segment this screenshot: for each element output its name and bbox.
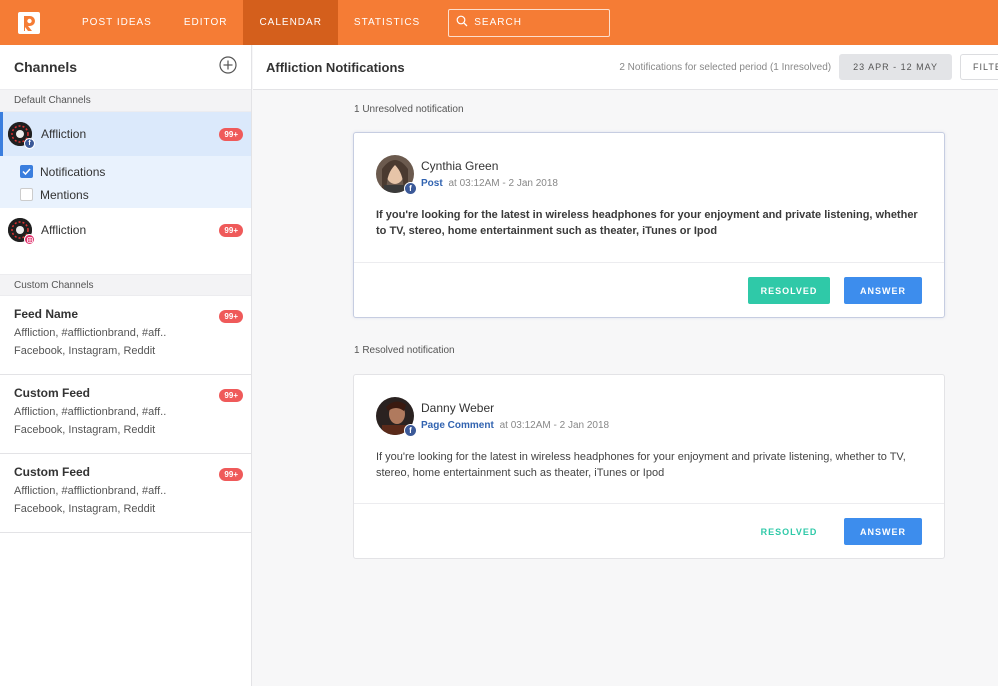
count-badge: 99+ <box>219 389 243 402</box>
sidebar-title: Channels <box>14 59 78 75</box>
date-range-button[interactable]: 23 APR - 12 MAY <box>839 54 952 80</box>
author-name[interactable]: Cynthia Green <box>421 159 558 173</box>
main-header: Affliction Notifications 2 Notifications… <box>253 45 998 90</box>
facebook-icon: f <box>404 182 417 195</box>
app-logo-icon[interactable] <box>0 0 58 45</box>
answer-button[interactable]: ANSWER <box>844 518 922 545</box>
sidebar: Channels Default Channels f Affliction 9… <box>0 45 252 686</box>
period-info: 2 Notifications for selected period (1 I… <box>619 61 832 73</box>
author-info: Cynthia Green Post at 03:12AM - 2 Jan 20… <box>421 155 558 189</box>
count-badge: 99+ <box>219 468 243 481</box>
search-box[interactable] <box>448 8 611 37</box>
notification-text: If you're looking for the latest in wire… <box>376 451 906 479</box>
add-channel-icon[interactable] <box>219 55 237 79</box>
sub-item-label: Notifications <box>40 164 106 179</box>
answer-button[interactable]: ANSWER <box>844 277 922 304</box>
channel-name: Affliction <box>41 223 87 237</box>
default-channels-label: Default Channels <box>0 90 251 112</box>
sub-item-notifications[interactable]: Notifications <box>20 160 251 183</box>
main-nav: POST IDEAS EDITOR CALENDAR STATISTICS <box>66 0 436 45</box>
author-row: f Cynthia Green Post at 03:12AM - 2 Jan … <box>376 155 922 195</box>
nav-post-ideas[interactable]: POST IDEAS <box>66 0 168 45</box>
checkbox-unchecked-icon[interactable] <box>20 188 33 201</box>
notification-body: f Cynthia Green Post at 03:12AM - 2 Jan … <box>354 133 944 262</box>
channel-affliction-facebook[interactable]: f Affliction 99+ <box>0 112 251 156</box>
feed-tags: Affliction, #afflictionbrand, #aff.. <box>14 485 167 497</box>
nav-calendar[interactable]: CALENDAR <box>243 0 338 45</box>
resolved-button[interactable]: RESOLVED <box>748 277 830 304</box>
notification-meta: Post at 03:12AM - 2 Jan 2018 <box>421 178 558 189</box>
author-name[interactable]: Danny Weber <box>421 401 609 415</box>
count-badge: 99+ <box>219 127 243 141</box>
count-badge: 99+ <box>219 223 243 237</box>
channel-sub-items: Notifications Mentions <box>0 156 251 208</box>
channel-name: Affliction <box>41 127 87 141</box>
notification-card: f Danny Weber Page Comment at 03:12AM - … <box>353 374 945 559</box>
feed-name: Custom Feed <box>14 386 91 400</box>
feed-item[interactable]: Custom Feed Affliction, #afflictionbrand… <box>0 454 251 533</box>
nav-editor[interactable]: EDITOR <box>168 0 244 45</box>
page-title: Affliction Notifications <box>266 59 405 75</box>
channel-avatar: f <box>8 122 35 149</box>
count-badge: 99+ <box>219 310 243 323</box>
resolved-button[interactable]: RESOLVED <box>748 518 830 545</box>
author-info: Danny Weber Page Comment at 03:12AM - 2 … <box>421 397 609 431</box>
filter-button[interactable]: FILTER <box>960 54 998 80</box>
notification-text: If you're looking for the latest in wire… <box>376 209 918 237</box>
top-bar: POST IDEAS EDITOR CALENDAR STATISTICS <box>0 0 998 45</box>
feed-tags: Affliction, #afflictionbrand, #aff.. <box>14 406 167 418</box>
custom-channels-label: Custom Channels <box>0 274 251 296</box>
unresolved-group-label: 1 Unresolved notification <box>354 104 464 115</box>
instagram-icon <box>24 234 35 245</box>
avatar: f <box>376 397 417 437</box>
feed-name: Custom Feed <box>14 465 91 479</box>
facebook-icon: f <box>404 424 417 437</box>
nav-statistics[interactable]: STATISTICS <box>338 0 436 45</box>
channel-affliction-instagram[interactable]: Affliction 99+ <box>0 208 251 252</box>
notification-meta: Page Comment at 03:12AM - 2 Jan 2018 <box>421 420 609 431</box>
avatar: f <box>376 155 417 195</box>
author-row: f Danny Weber Page Comment at 03:12AM - … <box>376 397 922 437</box>
facebook-icon: f <box>24 138 35 149</box>
feed-tags: Affliction, #afflictionbrand, #aff.. <box>14 327 167 339</box>
feed-networks: Facebook, Instagram, Reddit <box>14 345 156 357</box>
search-icon <box>456 14 468 32</box>
feed-networks: Facebook, Instagram, Reddit <box>14 503 156 515</box>
search-input[interactable] <box>474 17 595 28</box>
sidebar-header: Channels <box>0 45 251 90</box>
notification-actions: RESOLVED ANSWER <box>354 503 944 559</box>
feed-name: Feed Name <box>14 307 79 321</box>
notification-card: f Cynthia Green Post at 03:12AM - 2 Jan … <box>353 132 945 318</box>
notification-time: at 03:12AM - 2 Jan 2018 <box>499 420 610 431</box>
feed-networks: Facebook, Instagram, Reddit <box>14 424 156 436</box>
notification-time: at 03:12AM - 2 Jan 2018 <box>448 178 558 189</box>
feed-item[interactable]: Custom Feed Affliction, #afflictionbrand… <box>0 375 251 454</box>
notification-body: f Danny Weber Page Comment at 03:12AM - … <box>354 375 944 503</box>
checkbox-checked-icon[interactable] <box>20 165 33 178</box>
sub-item-mentions[interactable]: Mentions <box>20 183 251 206</box>
feed-item[interactable]: Feed Name Affliction, #afflictionbrand, … <box>0 296 251 375</box>
resolved-group-label: 1 Resolved notification <box>354 345 455 356</box>
notification-actions: RESOLVED ANSWER <box>354 262 944 318</box>
notification-type[interactable]: Post <box>421 178 443 189</box>
channel-avatar <box>8 218 35 245</box>
sub-item-label: Mentions <box>40 187 89 202</box>
notification-type[interactable]: Page Comment <box>421 420 494 431</box>
